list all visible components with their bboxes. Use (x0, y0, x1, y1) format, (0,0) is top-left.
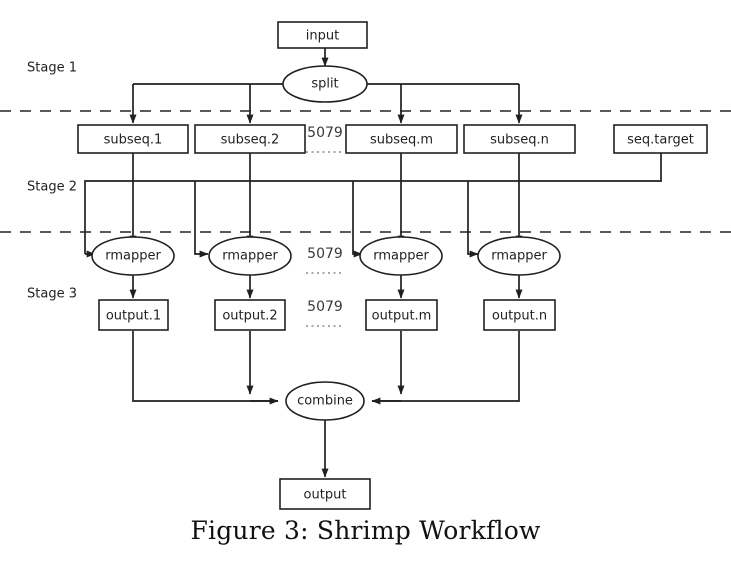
node-subseq-2[interactable]: subseq.2 (194, 124, 306, 154)
node-subseq-1[interactable]: subseq.1 (77, 124, 189, 154)
node-subseq-m[interactable]: subseq.m (345, 124, 458, 154)
edge-seqtarget-bus (84, 153, 662, 254)
node-subseq-2-label: subseq.2 (221, 133, 280, 148)
workflow-diagram: Stage 1 Stage 2 Stage 3 input split subs… (0, 21, 731, 510)
node-rmapper-1[interactable]: rmapper (91, 236, 175, 276)
node-subseq-n-label: subseq.n (490, 133, 549, 148)
node-combine[interactable]: combine (285, 381, 365, 421)
stage-label-1: Stage 1 (27, 61, 77, 76)
node-output-n-label: output.n (492, 309, 547, 324)
node-seq-target-label: seq.target (627, 133, 694, 148)
node-rmapper-2[interactable]: rmapper (208, 236, 292, 276)
node-rmapper-2-label: rmapper (222, 249, 278, 264)
node-subseq-1-label: subseq.1 (104, 133, 163, 148)
node-input[interactable]: input (277, 21, 368, 49)
node-subseq-n[interactable]: subseq.n (463, 124, 576, 154)
stage-label-2: Stage 2 (27, 180, 77, 195)
edge-bus-to-rmapper-n (467, 181, 479, 258)
node-output-final-label: output (304, 488, 347, 503)
node-split-label: split (311, 77, 338, 92)
figure-container: Stage 1 Stage 2 Stage 3 input split subs… (0, 0, 731, 567)
figure-caption: Figure 3: Shrimp Workflow (190, 516, 541, 545)
node-rmapper-m[interactable]: rmapper (359, 236, 443, 276)
node-input-label: input (306, 29, 339, 44)
node-output-1[interactable]: output.1 (98, 299, 169, 331)
node-rmapper-n[interactable]: rmapper (477, 236, 561, 276)
node-rmapper-m-label: rmapper (373, 249, 429, 264)
output-count-label: 5079 (307, 299, 343, 315)
stage-label-3: Stage 3 (27, 287, 77, 302)
node-output-1-label: output.1 (106, 309, 161, 324)
node-output-2[interactable]: output.2 (214, 299, 286, 331)
edge-bus-to-rmapper-m (352, 181, 363, 258)
node-output-n[interactable]: output.n (483, 299, 556, 331)
node-rmapper-n-label: rmapper (491, 249, 547, 264)
node-output-final[interactable]: output (279, 478, 371, 510)
edge-output-1-to-combine (132, 331, 279, 405)
node-output-m[interactable]: output.m (365, 299, 438, 331)
node-output-m-label: output.m (372, 309, 432, 324)
node-rmapper-1-label: rmapper (105, 249, 161, 264)
node-split[interactable]: split (282, 65, 368, 103)
edge-bus-to-rmapper-2 (194, 181, 209, 258)
node-seq-target[interactable]: seq.target (613, 124, 708, 154)
node-subseq-m-label: subseq.m (370, 133, 433, 148)
subseq-count-label: 5079 (307, 125, 343, 141)
edge-output-n-to-combine (371, 331, 520, 405)
node-combine-label: combine (297, 394, 353, 409)
node-output-2-label: output.2 (222, 309, 277, 324)
rmapper-count-label: 5079 (307, 246, 343, 262)
